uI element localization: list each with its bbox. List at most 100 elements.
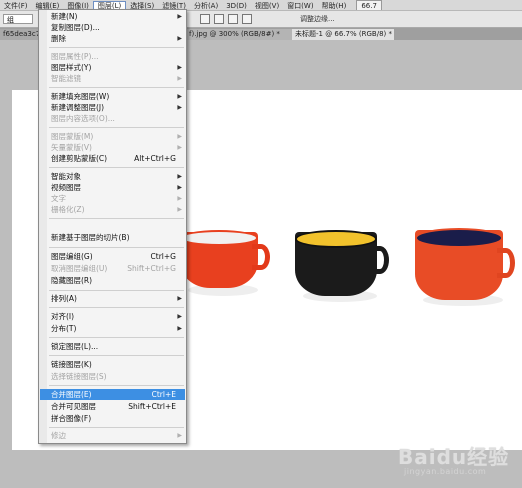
baidu-watermark: Baidu经验 jingyan.baidu.com [398,441,518,481]
tool-icon-1[interactable] [200,14,210,24]
menu-item-smart-filter[interactable]: 智能滤镜 ▶ [40,73,185,84]
menu-item-label: 锁定图层(L)... [51,342,99,351]
submenu-arrow-icon: ▶ [177,75,182,82]
menu-item-ungroup-layers[interactable]: 取消图层编组(U) Shift+Ctrl+G [40,263,185,274]
submenu-arrow-icon: ▶ [177,432,182,439]
menu-item-lock-layers[interactable]: 锁定图层(L)... [40,341,185,352]
menu-separator [49,290,184,291]
menu-item-label: 图层编组(G) [51,252,93,261]
submenu-arrow-icon: ▶ [177,206,182,213]
menu-item-label: 图层属性(P)... [51,52,99,61]
menu-file[interactable]: 文件(F) [0,1,32,10]
menu-item-label: 创建剪贴蒙版(C) [51,154,108,163]
layer-dropdown-menu: 新建(N) ▶ 复制图层(D)... 删除 ▶ 图层属性(P)... 图层样式(Y)… [38,9,187,444]
menu-item-label: 选择链接图层(S) [51,372,107,381]
menu-item-arrange[interactable]: 排列(A) ▶ [40,293,185,304]
menu-item-new-adjustment-layer[interactable]: 新建调整图层(J) ▶ [40,102,185,113]
menu-separator [49,87,184,88]
menu-item-flatten-image[interactable]: 拼合图像(F) [40,413,185,424]
document-tab-active[interactable]: 未标题-1 @ 66.7% (RGB/8) * [292,29,394,40]
menu-3d[interactable]: 3D(D) [222,1,251,10]
menu-separator [49,385,184,386]
menu-item-vector-mask[interactable]: 矢量蒙版(V) ▶ [40,142,185,153]
menu-separator [49,247,184,248]
menu-help[interactable]: 帮助(H) [318,1,351,10]
submenu-arrow-icon: ▶ [177,13,182,20]
submenu-arrow-icon: ▶ [177,173,182,180]
menu-item-label: 智能对象 [51,172,81,181]
submenu-arrow-icon: ▶ [177,64,182,71]
menu-separator [49,337,184,338]
submenu-arrow-icon: ▶ [177,144,182,151]
menu-window[interactable]: 窗口(W) [283,1,317,10]
menu-item-merge-visible[interactable]: 合并可见图层 Shift+Ctrl+E [40,401,185,412]
menu-item-shortcut: Shift+Ctrl+E [128,402,176,411]
submenu-arrow-icon: ▶ [177,35,182,42]
menu-item-align[interactable]: 对齐(I) ▶ [40,311,185,322]
watermark-brand: Baidu经验 [398,445,510,469]
menu-separator [49,307,184,308]
menu-separator [49,427,184,428]
menu-item-label: 视频图层 [51,183,81,192]
menu-item-label: 文字 [51,194,66,203]
tool-icon-2[interactable] [214,14,224,24]
menu-separator [49,355,184,356]
menu-separator [49,127,184,128]
menu-item-merge-layers[interactable]: 合并图层(E) Ctrl+E [40,389,185,400]
submenu-arrow-icon: ▶ [177,313,182,320]
menu-item-smart-objects[interactable]: 智能对象 ▶ [40,171,185,182]
menu-item-label: 排列(A) [51,294,77,303]
submenu-arrow-icon: ▶ [177,195,182,202]
menu-separator [49,218,184,219]
menu-item-distribute[interactable]: 分布(T) ▶ [40,323,185,334]
menu-item-layer-content-options[interactable]: 图层内容选项(O)... [40,113,185,124]
menu-item-label: 新建填充图层(W) [51,92,110,101]
menu-item-hide-layers[interactable]: 隐藏图层(R) [40,275,185,286]
menu-item-type[interactable]: 文字 ▶ [40,193,185,204]
submenu-arrow-icon: ▶ [177,325,182,332]
menu-item-label: 合并图层(E) [51,390,92,399]
document-tab[interactable]: f).jpg @ 300% (RGB/8#) * [186,29,296,40]
menu-item-matting[interactable]: 修边 ▶ [40,430,185,441]
menu-item-layer-style[interactable]: 图层样式(Y) ▶ [40,62,185,73]
menu-item-new-fill-layer[interactable]: 新建填充图层(W) ▶ [40,91,185,102]
menu-item-label: 链接图层(K) [51,360,92,369]
menu-item-video-layers[interactable]: 视频图层 ▶ [40,182,185,193]
watermark-url: jingyan.baidu.com [404,467,487,476]
menu-item-delete[interactable]: 删除 ▶ [40,33,185,44]
menu-item-group-layers[interactable]: 图层编组(G) Ctrl+G [40,251,185,262]
menu-item-create-clipping-mask[interactable]: 创建剪贴蒙版(C) Alt+Ctrl+G [40,153,185,164]
menu-item-new[interactable]: 新建(N) ▶ [40,11,185,22]
menu-analysis[interactable]: 分析(A) [190,1,222,10]
menu-item-layer-mask[interactable]: 图层蒙版(M) ▶ [40,131,185,142]
tool-icon-4[interactable] [242,14,252,24]
zoom-level[interactable]: 66.7 [356,0,382,10]
refine-edge-button[interactable]: 调整边缘... [300,14,335,24]
menu-item-shortcut: Shift+Ctrl+G [127,264,176,273]
submenu-arrow-icon: ▶ [177,184,182,191]
submenu-arrow-icon: ▶ [177,93,182,100]
black-cup-image [295,230,391,302]
menu-item-label: 隐藏图层(R) [51,276,93,285]
menu-view[interactable]: 视图(V) [251,1,283,10]
menu-item-label: 矢量蒙版(V) [51,143,92,152]
menu-item-label: 取消图层编组(U) [51,264,108,273]
menu-item-rasterize[interactable]: 栅格化(Z) ▶ [40,204,185,215]
menu-separator [49,167,184,168]
menu-item-label: 对齐(I) [51,312,75,321]
red-cup-image [180,230,274,296]
menu-item-label: 智能滤镜 [51,74,81,83]
menu-item-layer-properties[interactable]: 图层属性(P)... [40,51,185,62]
menu-item-shortcut: Ctrl+E [151,390,176,399]
menu-item-link-layers[interactable]: 链接图层(K) [40,359,185,370]
preset-select[interactable]: 组 [3,14,33,24]
menu-item-duplicate-layer[interactable]: 复制图层(D)... [40,22,185,33]
menu-item-label: 修边 [51,431,66,440]
menu-item-label: 新建调整图层(J) [51,103,105,112]
menu-item-new-layer-based-slice[interactable]: 新建基于图层的切片(B) [40,232,185,243]
tool-icon-3[interactable] [228,14,238,24]
menu-item-select-linked-layers[interactable]: 选择链接图层(S) [40,371,185,382]
menu-item-label: 栅格化(Z) [51,205,85,214]
menu-item-label: 图层样式(Y) [51,63,92,72]
menu-item-label: 图层蒙版(M) [51,132,94,141]
